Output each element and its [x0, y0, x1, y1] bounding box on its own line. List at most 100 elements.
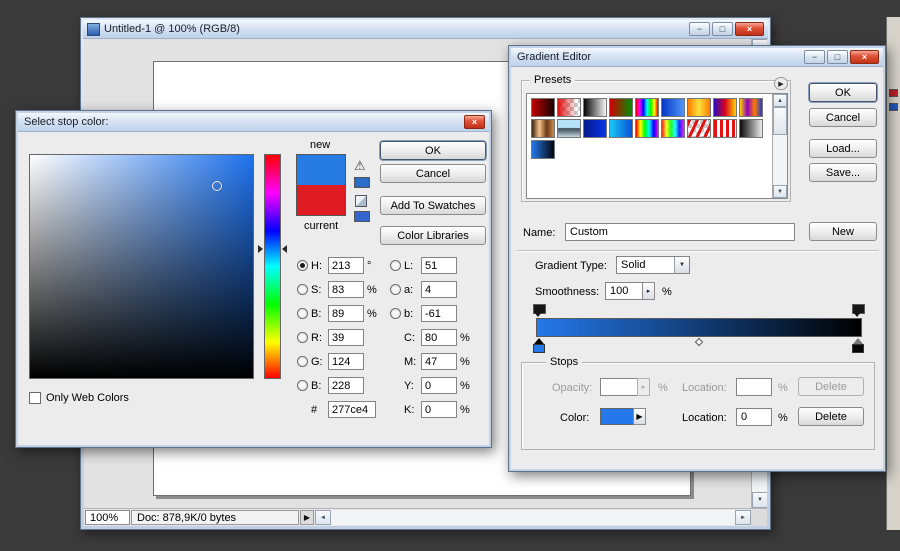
name-input[interactable] [565, 223, 795, 241]
scroll-up-button[interactable]: ▲ [773, 94, 787, 107]
gradient-preset[interactable] [609, 119, 633, 138]
hex-input[interactable] [328, 401, 376, 418]
opacity-input[interactable] [600, 378, 638, 396]
current-color-swatch[interactable] [297, 185, 345, 215]
opacity-arrow-icon[interactable]: ▸ [637, 378, 650, 396]
color-libraries-button[interactable]: Color Libraries [380, 226, 486, 245]
gradient-preset[interactable] [583, 119, 607, 138]
radio-blue[interactable] [297, 380, 308, 391]
minimize-button[interactable]: − [804, 50, 825, 64]
gradient-preset[interactable] [687, 98, 711, 117]
scroll-thumb[interactable] [773, 107, 787, 135]
scroll-right-button[interactable]: ► [735, 510, 751, 525]
red-input[interactable] [328, 329, 364, 346]
radio-a[interactable] [390, 284, 401, 295]
swatch-chip[interactable] [889, 89, 898, 97]
radio-b[interactable] [390, 308, 401, 319]
color-stop-left[interactable] [533, 338, 545, 353]
gradient-preset[interactable] [557, 98, 581, 117]
chevron-down-icon[interactable]: ▼ [674, 257, 689, 273]
gradient-preset[interactable] [635, 98, 659, 117]
zoom-field[interactable]: 100% [85, 510, 130, 525]
gradient-preset[interactable] [739, 119, 763, 138]
scroll-track[interactable] [773, 135, 787, 185]
magenta-input[interactable] [421, 353, 457, 370]
radio-red[interactable] [297, 332, 308, 343]
gradient-preview-bar[interactable] [536, 318, 862, 337]
gradient-preset[interactable] [609, 98, 633, 117]
opacity-stop-right[interactable] [852, 304, 865, 318]
a-input[interactable] [421, 281, 457, 298]
web-color-warning-icon[interactable] [355, 195, 367, 207]
blue-input[interactable] [328, 377, 364, 394]
radio-saturation[interactable] [297, 284, 308, 295]
gradient-preset[interactable] [557, 119, 581, 138]
gradient-preset[interactable] [687, 119, 711, 138]
opacity-stop-left[interactable] [533, 304, 546, 318]
minimize-button[interactable]: − [689, 22, 710, 36]
load-button[interactable]: Load... [809, 139, 877, 158]
hue-slider-pointer-left[interactable] [258, 245, 263, 253]
ok-button[interactable]: OK [809, 83, 877, 102]
save-button[interactable]: Save... [809, 163, 877, 182]
delete-color-button[interactable]: Delete [798, 407, 864, 426]
close-button[interactable]: × [850, 50, 879, 64]
status-popup-arrow[interactable]: ▶ [300, 510, 314, 525]
yellow-input[interactable] [421, 377, 457, 394]
gradient-preset[interactable] [531, 98, 555, 117]
hue-slider-pointer-right[interactable] [282, 245, 287, 253]
gradient-preset[interactable] [531, 119, 555, 138]
gradient-editor-titlebar[interactable]: Gradient Editor − □ × [511, 48, 883, 67]
gradient-preset[interactable] [739, 98, 763, 117]
green-input[interactable] [328, 353, 364, 370]
radio-hue[interactable] [297, 260, 308, 271]
smoothness-arrow-icon[interactable]: ▸ [642, 282, 655, 300]
color-stop-right[interactable] [852, 338, 864, 353]
black-input[interactable] [421, 401, 457, 418]
color-field[interactable] [29, 154, 254, 379]
presets-menu-icon[interactable]: ▶ [774, 77, 788, 90]
hue-slider[interactable] [264, 154, 281, 379]
close-button[interactable]: × [735, 22, 764, 36]
color-picker-titlebar[interactable]: Select stop color: × [18, 113, 489, 132]
midpoint-marker[interactable] [694, 337, 704, 347]
scroll-left-button[interactable]: ◄ [315, 510, 331, 525]
gradient-preset[interactable] [531, 140, 555, 159]
hue-input[interactable] [328, 257, 364, 274]
lightness-input[interactable] [421, 257, 457, 274]
horizontal-scrollbar[interactable]: ◄ ► [315, 510, 751, 525]
delete-opacity-button[interactable]: Delete [798, 377, 864, 396]
stop-color-menu-icon[interactable]: ▶ [633, 408, 646, 425]
stop-color-swatch[interactable] [600, 408, 634, 425]
gradient-preset[interactable] [713, 98, 737, 117]
maximize-button[interactable]: □ [827, 50, 848, 64]
brightness-input[interactable] [328, 305, 364, 322]
color-location-input[interactable] [736, 408, 772, 426]
scroll-down-button[interactable]: ▼ [752, 492, 767, 508]
gradient-preset[interactable] [713, 119, 737, 138]
scroll-down-button[interactable]: ▼ [773, 185, 787, 198]
b-input[interactable] [421, 305, 457, 322]
radio-green[interactable] [297, 356, 308, 367]
radio-brightness[interactable] [297, 308, 308, 319]
gamut-color-chip[interactable] [354, 177, 370, 188]
add-to-swatches-button[interactable]: Add To Swatches [380, 196, 486, 215]
gradient-type-select[interactable]: Solid ▼ [616, 256, 690, 274]
radio-lightness[interactable] [390, 260, 401, 271]
gamut-warning-icon[interactable]: ⚠ [354, 159, 366, 172]
web-color-chip[interactable] [354, 211, 370, 222]
cancel-button[interactable]: Cancel [380, 164, 486, 183]
new-button[interactable]: New [809, 222, 877, 241]
document-titlebar[interactable]: Untitled-1 @ 100% (RGB/8) − □ × [83, 20, 768, 39]
only-web-colors-checkbox[interactable] [29, 392, 41, 404]
horizontal-scroll-track[interactable] [331, 510, 735, 525]
presets-scrollbar[interactable]: ▲ ▼ [772, 94, 787, 198]
maximize-button[interactable]: □ [712, 22, 733, 36]
opacity-location-input[interactable] [736, 378, 772, 396]
color-field-marker[interactable] [212, 181, 222, 191]
gradient-preset[interactable] [661, 119, 685, 138]
ok-button[interactable]: OK [380, 141, 486, 160]
cancel-button[interactable]: Cancel [809, 108, 877, 127]
saturation-input[interactable] [328, 281, 364, 298]
gradient-preset[interactable] [583, 98, 607, 117]
